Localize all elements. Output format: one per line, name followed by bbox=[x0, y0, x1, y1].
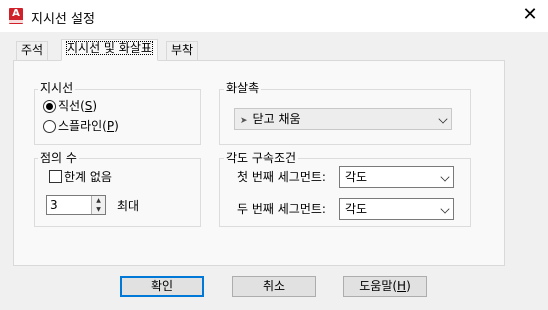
points-group bbox=[34, 158, 201, 227]
arrowhead-select[interactable]: ➤ 닫고 채움 bbox=[234, 108, 452, 130]
tab-leader-and-arrow-label: 지시선 및 화살표 bbox=[66, 41, 153, 55]
points-group-title: 점의 수 bbox=[38, 151, 79, 165]
ok-button[interactable]: 확인 bbox=[120, 276, 204, 297]
spin-up-icon[interactable]: ▲ bbox=[91, 196, 105, 205]
tab-attachment[interactable]: 부착 bbox=[166, 41, 199, 60]
first-segment-select[interactable]: 각도 bbox=[339, 166, 454, 188]
unlimited-checkbox[interactable] bbox=[49, 170, 62, 183]
radio-straight-label[interactable]: 직선(S) bbox=[58, 99, 97, 113]
unlimited-label[interactable]: 한계 없음 bbox=[64, 170, 112, 184]
close-icon[interactable]: ✕ bbox=[518, 4, 542, 28]
second-segment-label: 두 번째 세그먼트: bbox=[237, 202, 326, 216]
window-title: 지시선 설정 bbox=[31, 12, 95, 27]
app-icon-letter: A bbox=[12, 8, 20, 19]
angle-constraint-group-title: 각도 구속조건 bbox=[224, 151, 299, 165]
tab-annotation-label: 주석 bbox=[21, 43, 44, 57]
max-label: 최대 bbox=[117, 199, 140, 213]
chevron-down-icon bbox=[438, 114, 448, 124]
autocad-app-icon: A bbox=[9, 8, 23, 24]
radio-spline-label[interactable]: 스플라인(P) bbox=[58, 119, 119, 133]
tab-attachment-label: 부착 bbox=[171, 43, 194, 57]
leader-group-title: 지시선 bbox=[38, 81, 76, 95]
leader-group bbox=[34, 89, 201, 145]
tab-annotation[interactable]: 주석 bbox=[16, 41, 49, 60]
spin-down-icon[interactable]: ▼ bbox=[91, 205, 105, 214]
second-segment-select[interactable]: 각도 bbox=[339, 198, 454, 220]
tab-leader-and-arrow[interactable]: 지시선 및 화살표 bbox=[61, 39, 158, 61]
chevron-down-icon bbox=[440, 204, 450, 214]
first-segment-label: 첫 번째 세그먼트: bbox=[237, 170, 326, 184]
arrowhead-group-title: 화살촉 bbox=[224, 81, 262, 95]
arrowhead-arrow-icon: ➤ bbox=[240, 116, 248, 126]
chevron-down-icon bbox=[440, 172, 450, 182]
radio-spline[interactable] bbox=[43, 120, 56, 133]
help-button[interactable]: 도움말(H) bbox=[343, 276, 427, 297]
first-segment-value: 각도 bbox=[345, 170, 368, 184]
radio-straight[interactable] bbox=[43, 100, 56, 113]
cancel-button[interactable]: 취소 bbox=[232, 276, 316, 297]
second-segment-value: 각도 bbox=[345, 202, 368, 216]
arrowhead-select-value: 닫고 채움 bbox=[252, 112, 301, 126]
